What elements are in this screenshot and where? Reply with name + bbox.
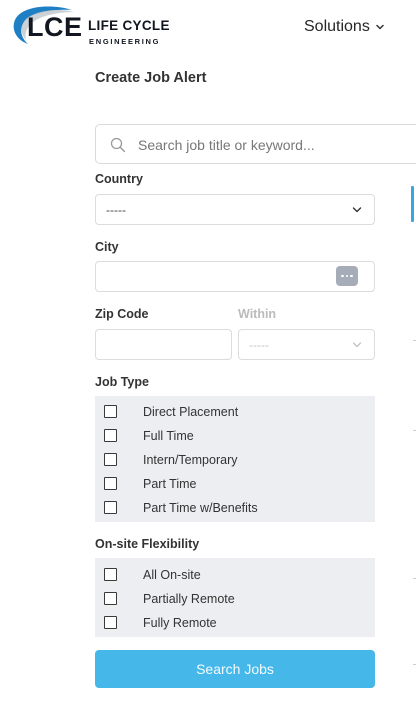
nav-solutions-menu[interactable]: Solutions — [304, 18, 385, 36]
checkbox[interactable] — [104, 568, 117, 581]
page-title: Create Job Alert — [95, 70, 207, 86]
flexibility-option-label: All On-site — [143, 568, 201, 582]
checkbox[interactable] — [104, 477, 117, 490]
job-type-option-label: Intern/Temporary — [143, 453, 238, 467]
zip-code-input[interactable] — [95, 329, 232, 360]
flexibility-option[interactable]: Fully Remote — [95, 612, 375, 636]
job-type-option-label: Full Time — [143, 429, 194, 443]
job-type-label: Job Type — [95, 375, 149, 389]
more-dots-icon — [341, 274, 344, 278]
job-search-input[interactable] — [138, 133, 408, 157]
company-logo[interactable]: LCE LIFE CYCLE ENGINEERING — [10, 4, 180, 54]
password-manager-button[interactable] — [336, 266, 358, 286]
logo-letters: LCE — [27, 12, 83, 42]
within-select[interactable]: ----- — [238, 329, 375, 360]
chevron-down-icon — [376, 24, 384, 30]
country-select-value: ----- — [106, 203, 126, 217]
nav-solutions-label: Solutions — [304, 18, 370, 35]
within-label: Within — [238, 307, 277, 321]
flexibility-label: On-site Flexibility — [95, 537, 200, 551]
flexibility-option[interactable]: All On-site — [95, 564, 375, 588]
flexibility-option-label: Fully Remote — [143, 616, 217, 630]
flexibility-option[interactable]: Partially Remote — [95, 588, 375, 612]
country-select[interactable]: ----- — [95, 194, 375, 225]
logo-wordmark-top: LIFE CYCLE — [88, 18, 170, 33]
city-label: City — [95, 240, 119, 254]
checkbox[interactable] — [104, 501, 117, 514]
scroll-indicator — [411, 186, 414, 222]
job-type-option[interactable]: Part Time — [95, 473, 375, 497]
flexibility-options: All On-site Partially Remote Fully Remot… — [95, 558, 375, 637]
checkbox[interactable] — [104, 616, 117, 629]
job-type-option-label: Part Time — [143, 477, 197, 491]
checkbox[interactable] — [104, 592, 117, 605]
checkbox[interactable] — [104, 453, 117, 466]
within-select-value: ----- — [249, 338, 269, 352]
chevron-down-icon — [352, 342, 362, 348]
job-type-option[interactable]: Direct Placement — [95, 401, 375, 425]
flexibility-option-label: Partially Remote — [143, 592, 235, 606]
job-type-options: Direct Placement Full Time Intern/Tempor… — [95, 396, 375, 522]
logo-wordmark-bottom: ENGINEERING — [89, 37, 161, 46]
job-type-option-label: Part Time w/Benefits — [143, 501, 258, 515]
site-header: LCE LIFE CYCLE ENGINEERING Solutions — [0, 0, 416, 56]
job-type-option[interactable]: Part Time w/Benefits — [95, 497, 375, 521]
chevron-down-icon — [352, 207, 362, 213]
job-type-option[interactable]: Full Time — [95, 425, 375, 449]
search-icon — [110, 137, 126, 153]
search-jobs-button[interactable]: Search Jobs — [95, 650, 375, 688]
checkbox[interactable] — [104, 429, 117, 442]
city-input[interactable] — [95, 261, 375, 292]
job-search-box[interactable] — [95, 124, 416, 164]
job-type-option[interactable]: Intern/Temporary — [95, 449, 375, 473]
zip-code-label: Zip Code — [95, 307, 149, 321]
more-dots-icon — [350, 274, 353, 278]
more-dots-icon — [345, 274, 349, 278]
job-type-option-label: Direct Placement — [143, 405, 239, 419]
checkbox[interactable] — [104, 405, 117, 418]
country-label: Country — [95, 172, 143, 186]
